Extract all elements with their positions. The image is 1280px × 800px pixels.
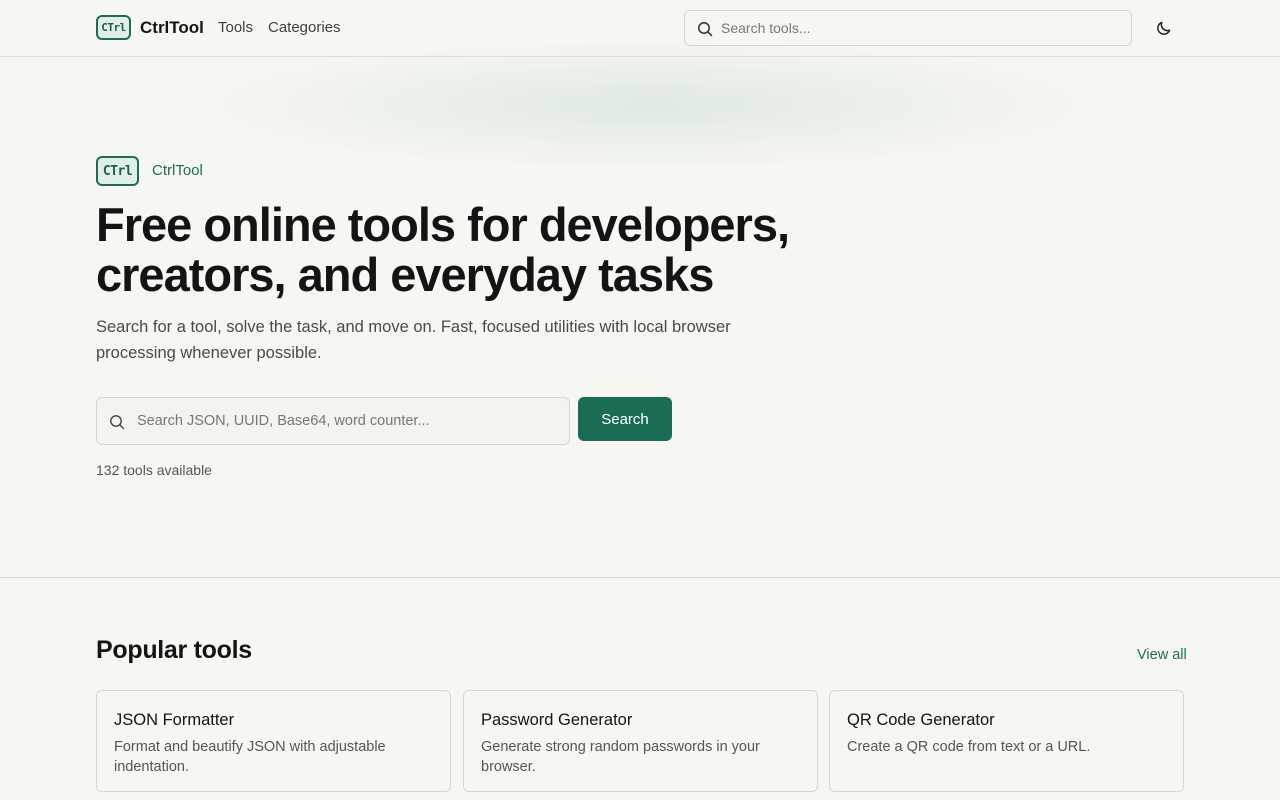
logo-text: CTrl [101, 21, 126, 34]
section-title: Popular tools [96, 636, 252, 664]
card-description: Format and beautify JSON with adjustable… [114, 739, 386, 775]
search-icon [698, 22, 713, 37]
search-button[interactable]: Search [578, 397, 672, 441]
hero-background-glow [200, 40, 1100, 170]
hero-subtitle: Search for a tool, solve the task, and m… [96, 318, 731, 362]
logo[interactable]: CTrl [96, 15, 131, 40]
nav-link-tools[interactable]: Tools [218, 19, 253, 36]
moon-icon [1157, 21, 1171, 35]
hero-logo: CTrl [96, 156, 139, 186]
brand-name[interactable]: CtrlTool [140, 18, 204, 38]
hero-brand-name: CtrlTool [152, 162, 203, 179]
section-divider [0, 577, 1280, 578]
card-description: Create a QR code from text or a URL. [847, 739, 1091, 755]
card-description: Generate strong random passwords in your… [481, 739, 760, 775]
tool-card-password-generator[interactable]: Password Generator Generate strong rando… [463, 690, 818, 792]
tool-count: 132 tools available [96, 462, 212, 478]
hero-search-box[interactable] [96, 397, 570, 445]
hero-logo-text: CTrl [102, 163, 133, 179]
theme-toggle-button[interactable] [1150, 14, 1178, 42]
tool-card-qr-code-generator[interactable]: QR Code Generator Create a QR code from … [829, 690, 1184, 792]
card-title: JSON Formatter [114, 711, 235, 729]
card-title: QR Code Generator [847, 711, 995, 729]
card-title: Password Generator [481, 711, 633, 729]
nav-link-categories[interactable]: Categories [268, 19, 341, 36]
search-icon [110, 415, 125, 430]
tool-card-json-formatter[interactable]: JSON Formatter Format and beautify JSON … [96, 690, 451, 792]
hero-title: Free online tools for developers, creato… [96, 198, 790, 301]
view-all-link[interactable]: View all [1137, 647, 1187, 663]
hero-search-input[interactable] [137, 398, 557, 444]
